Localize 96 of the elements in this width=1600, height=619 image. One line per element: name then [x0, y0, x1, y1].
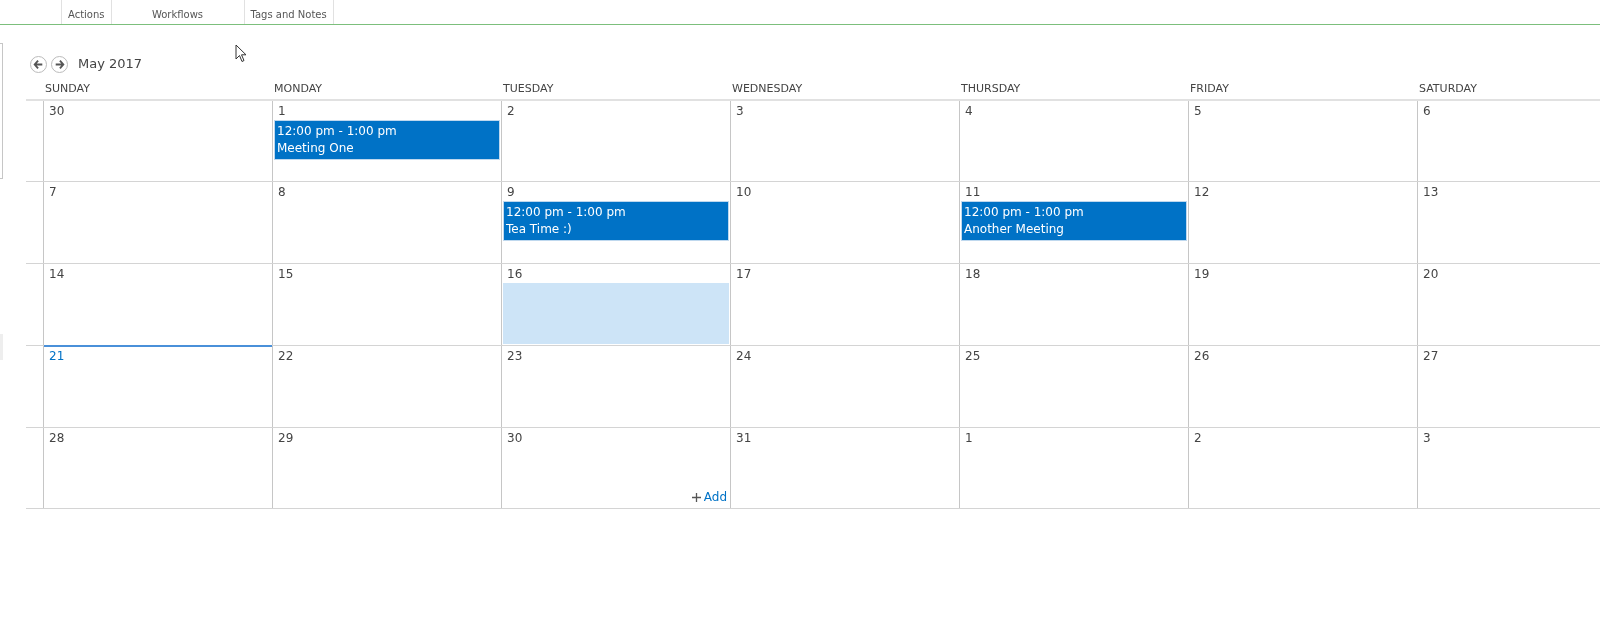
day-cell[interactable]: 1 [959, 428, 1188, 508]
day-cell[interactable]: 18 [959, 264, 1188, 345]
day-cell[interactable]: 27 [1417, 346, 1600, 427]
event-block[interactable]: 12:00 pm - 1:00 pm Tea Time :) [503, 201, 729, 241]
day-cell[interactable]: 31 [730, 428, 959, 508]
day-number: 20 [1422, 266, 1439, 283]
add-link[interactable]: Add [691, 488, 727, 506]
weekday-header: THURSDAY [960, 83, 1022, 97]
day-cell[interactable]: 15 [272, 264, 501, 345]
weekday-header: TUESDAY [502, 83, 555, 97]
mouse-cursor-icon [235, 44, 247, 63]
day-cell[interactable]: 24 [730, 346, 959, 427]
event-title: Tea Time :) [506, 221, 573, 238]
day-number: 1 [964, 430, 973, 447]
event-title: Meeting One [277, 140, 355, 157]
day-number: 15 [277, 266, 294, 283]
day-number: 30 [506, 430, 523, 447]
day-number: 9 [506, 184, 515, 201]
day-number: 6 [1422, 103, 1431, 120]
day-cell[interactable]: 11 12:00 pm - 1:00 pm Another Meeting [959, 182, 1188, 263]
day-number: 1 [277, 103, 286, 120]
day-number: 25 [964, 348, 981, 365]
arrow-icon [33, 58, 44, 70]
day-number: 2 [1193, 430, 1202, 447]
day-number: 24 [735, 348, 752, 365]
event-block[interactable]: 12:00 pm - 1:00 pm Another Meeting [961, 201, 1187, 241]
day-cell[interactable]: 17 [730, 264, 959, 345]
day-number: 16 [506, 266, 523, 283]
day-cell[interactable]: 21 [43, 346, 272, 427]
day-cell[interactable]: 19 [1188, 264, 1417, 345]
day-number: 23 [506, 348, 523, 365]
day-cell[interactable]: 13 [1417, 182, 1600, 263]
day-cell[interactable]: 25 [959, 346, 1188, 427]
day-cell[interactable]: 30 Add [501, 428, 730, 508]
event-time: 12:00 pm - 1:00 pm [964, 204, 1085, 221]
day-number: 30 [48, 103, 65, 120]
day-cell[interactable]: 7 [43, 182, 272, 263]
day-cell[interactable]: 3 [1417, 428, 1600, 508]
day-number: 8 [277, 184, 286, 201]
ribbon-group-label: Tags and Notes [243, 0, 334, 24]
event-time: 12:00 pm - 1:00 pm [277, 123, 398, 140]
day-cell[interactable]: 2 [1188, 428, 1417, 508]
day-cell[interactable]: 8 [272, 182, 501, 263]
day-cell[interactable]: 30 [43, 101, 272, 181]
weekday-header: SUNDAY [44, 83, 91, 97]
day-number: 14 [48, 266, 65, 283]
day-number: 17 [735, 266, 752, 283]
day-number: 22 [277, 348, 294, 365]
event-time: 12:00 pm - 1:00 pm [506, 204, 627, 221]
day-number: 3 [735, 103, 744, 120]
day-cell[interactable]: 12 [1188, 182, 1417, 263]
day-cell[interactable]: 10 [730, 182, 959, 263]
day-number: 27 [1422, 348, 1439, 365]
event-block[interactable]: 12:00 pm - 1:00 pm Meeting One [274, 120, 500, 160]
day-cell[interactable]: 9 12:00 pm - 1:00 pm Tea Time :) [501, 182, 730, 263]
day-number: 2 [506, 103, 515, 120]
day-cell[interactable]: 3 [730, 101, 959, 181]
next-button[interactable] [51, 55, 68, 73]
day-number: 12 [1193, 184, 1210, 201]
weekday-header: MONDAY [273, 83, 324, 97]
day-number: 3 [1422, 430, 1431, 447]
day-number: 18 [964, 266, 981, 283]
plus-icon [691, 492, 701, 502]
day-number: 13 [1422, 184, 1439, 201]
day-number: 5 [1193, 103, 1202, 120]
month-title: May 2017 [78, 55, 143, 74]
day-number: 28 [48, 430, 65, 447]
day-cell[interactable]: 2 [501, 101, 730, 181]
event-title: Another Meeting [964, 221, 1065, 238]
day-number: 29 [277, 430, 294, 447]
day-number: 10 [735, 184, 752, 201]
arrow-icon [54, 58, 65, 70]
day-cell[interactable]: 6 [1417, 101, 1600, 181]
day-cell[interactable]: 20 [1417, 264, 1600, 345]
day-number: 31 [735, 430, 752, 447]
weekday-header: FRIDAY [1189, 83, 1230, 97]
day-cell[interactable]: 4 [959, 101, 1188, 181]
day-number: 7 [48, 184, 57, 201]
day-number: 19 [1193, 266, 1210, 283]
day-cell[interactable]: 1 12:00 pm - 1:00 pm Meeting One [272, 101, 501, 181]
day-number: 4 [964, 103, 973, 120]
previous-button[interactable] [30, 55, 47, 73]
day-cell[interactable]: 23 [501, 346, 730, 427]
day-number: 11 [964, 184, 981, 201]
day-cell[interactable]: 22 [272, 346, 501, 427]
day-number: 21 [48, 348, 65, 365]
day-cell[interactable]: 5 [1188, 101, 1417, 181]
day-cell[interactable]: 16 [501, 264, 730, 345]
ribbon-group-label: Workflows [110, 0, 244, 24]
weekday-header: WEDNESDAY [731, 83, 804, 97]
weekday-header: SATURDAY [1418, 83, 1478, 97]
day-cell[interactable]: 29 [272, 428, 501, 508]
day-number: 26 [1193, 348, 1210, 365]
day-cell[interactable]: 28 [43, 428, 272, 508]
day-cell[interactable]: 26 [1188, 346, 1417, 427]
ribbon-group-label: Actions [61, 0, 111, 24]
